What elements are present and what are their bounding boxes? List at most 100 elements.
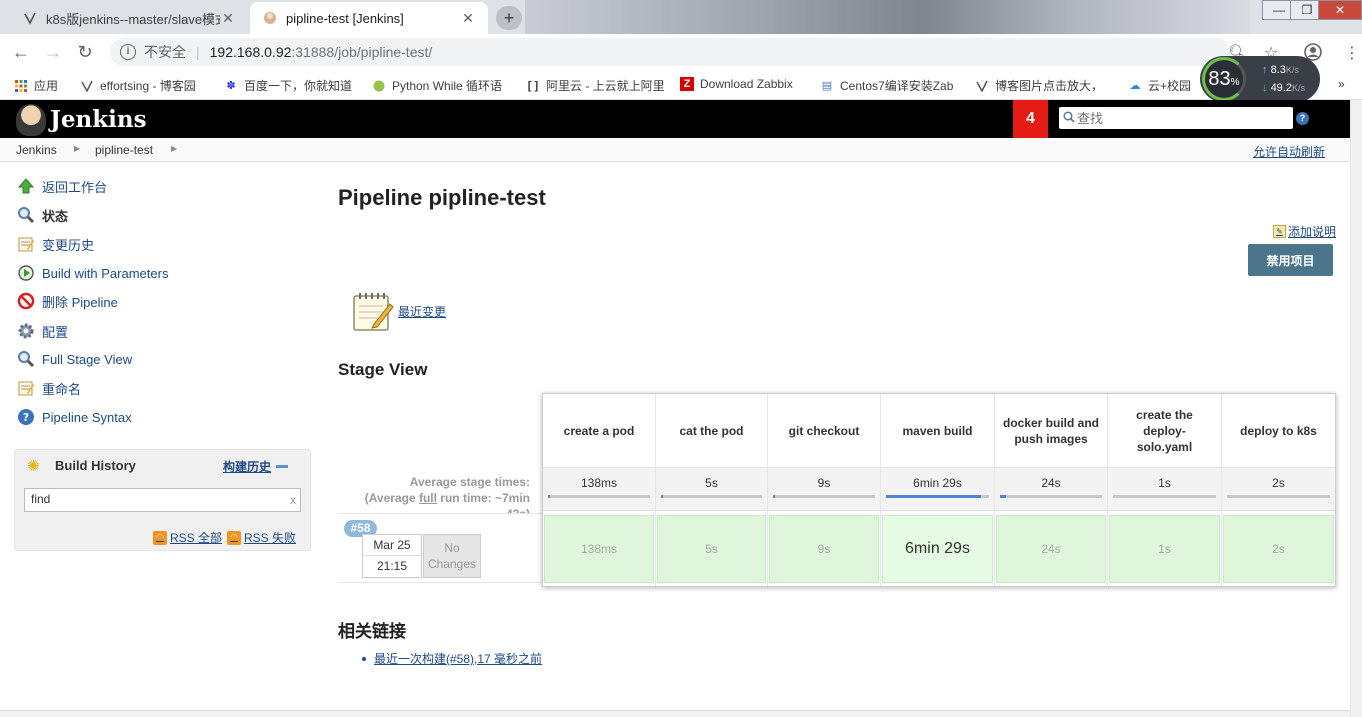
browser-toolbar: ← → ↻ i 不安全 | 192.168.0.92:31888/job/pip… [0, 34, 1362, 70]
search-input[interactable] [1077, 110, 1277, 126]
stage-progress-bar [1000, 495, 1102, 498]
info-icon[interactable]: i [120, 44, 136, 60]
build-filter-input[interactable]: find x [24, 488, 301, 512]
close-icon[interactable]: ✕ [220, 10, 236, 27]
bookmarks-bar: 应用 effortsing - 博客园 ✽ 百度一下，你就知道 Python Wh… [0, 70, 1362, 100]
new-tab-button[interactable]: + [496, 6, 522, 30]
stage-progress-bar [1227, 495, 1330, 498]
download-unit: K/s [1291, 83, 1305, 93]
build-date-box: Mar 25 21:15 [362, 534, 422, 578]
browser-tab-active[interactable]: pipline-test [Jenkins] ✕ [250, 2, 488, 34]
rss-all-link[interactable]: ◠ RSS 全部 [153, 529, 222, 546]
bookmark-apps[interactable]: 应用 [14, 77, 58, 94]
stage-result-cell[interactable]: 1s [1109, 515, 1220, 583]
task-status[interactable]: 状态 [16, 204, 68, 226]
stage-result-cell[interactable]: 24s [996, 515, 1106, 583]
page-scrollbar[interactable] [1350, 100, 1362, 717]
task-build-with-parameters[interactable]: Build with Parameters [16, 262, 168, 284]
notepad-icon[interactable] [352, 290, 394, 332]
bookmark-label: Python While 循环语 [392, 79, 503, 93]
close-icon[interactable]: ✕ [460, 10, 476, 27]
back-arrow-icon[interactable]: ← [10, 41, 32, 63]
stage-name: deploy to k8s [1240, 423, 1317, 438]
clear-filter-icon[interactable]: x [290, 493, 296, 507]
recent-changes-link[interactable]: 最近变更 [398, 303, 446, 320]
add-description-label: 添加说明 [1288, 225, 1337, 239]
task-label: Full Stage View [42, 351, 133, 367]
stage-result-cell[interactable]: 138ms [544, 515, 654, 583]
menu-dots-icon[interactable]: ⋮ [1344, 43, 1360, 63]
bookmark-label: Download Zabbix [700, 77, 793, 91]
task-changes[interactable]: 变更历史 [16, 233, 94, 255]
cpu-percent: 83 [1208, 68, 1231, 90]
upload-unit: K/s [1285, 65, 1299, 75]
window-close-button[interactable]: ✕ [1318, 0, 1362, 20]
forward-arrow-icon[interactable]: → [42, 41, 64, 63]
notification-badge[interactable]: 4 [1013, 100, 1048, 138]
address-bar[interactable]: i 不安全 | 192.168.0.92:31888/job/pipline-t… [110, 38, 1230, 66]
upload-arrow-icon: ↑ [1262, 64, 1268, 76]
rss-failed-link[interactable]: ◠ RSS 失败 [227, 529, 296, 546]
stage-result-cell[interactable]: 5s [657, 515, 766, 583]
stage-average-time: 1s [1158, 476, 1171, 490]
bookmark-aliyun[interactable]: [ ] 阿里云 - 上云就上阿里 [526, 77, 665, 94]
magnifier-icon [16, 349, 36, 369]
upload-value: 8.3 [1270, 64, 1286, 76]
build-time: 21:15 [376, 559, 408, 573]
stage-view-table: create a pod 138ms 138ms cat the pod 5s 5s git… [542, 393, 1336, 587]
stage-average: 2s [1222, 467, 1335, 511]
stage-progress-bar [548, 495, 650, 498]
jenkins-brand[interactable]: Jenkins [50, 106, 147, 133]
gear-icon [16, 321, 36, 341]
task-rename[interactable]: 重命名 [16, 377, 81, 399]
search-box[interactable] [1059, 107, 1293, 129]
auto-refresh-link[interactable]: 允许自动刷新 [1253, 143, 1325, 160]
jenkins-butler-icon[interactable] [16, 104, 46, 136]
add-description-link[interactable]: ✎ 添加说明 [1273, 223, 1336, 240]
breadcrumb: Jenkins ▶ pipline-test ▶ 允许自动刷新 [0, 138, 1350, 162]
bookmark-baidu[interactable]: ✽ 百度一下，你就知道 [224, 77, 352, 94]
more-bookmarks-button[interactable]: » [1338, 77, 1345, 91]
breadcrumb-jenkins[interactable]: Jenkins [16, 143, 57, 157]
browser-tabstrip: k8s版jenkins--master/slave模式 ✕ pipline-te… [0, 0, 1362, 34]
bookmark-label: 百度一下，你就知道 [244, 79, 353, 93]
task-configure[interactable]: 配置 [16, 320, 68, 342]
bookmark-zabbix[interactable]: Z Download Zabbix [680, 77, 793, 91]
runoob-icon [372, 79, 386, 93]
stage-progress-bar [661, 495, 762, 498]
bookmark-python-while[interactable]: Python While 循环语 [372, 77, 502, 94]
build-trend-link[interactable]: 构建历史 [223, 458, 271, 475]
task-full-stage-view[interactable]: Full Stage View [16, 348, 132, 370]
task-delete-pipeline[interactable]: 删除 Pipeline [16, 290, 118, 312]
bookmark-blog-image[interactable]: 博客图片点击放大， [975, 77, 1103, 94]
security-label: 不安全 [144, 44, 186, 60]
bookmark-effortsing[interactable]: effortsing - 博客园 [80, 77, 196, 94]
address-separator: | [196, 44, 200, 60]
build-changes-box[interactable]: No Changes [423, 534, 481, 578]
help-circle-icon: ? [16, 407, 36, 427]
network-monitor-widget[interactable]: 83% ↑ 8.3K/s ↓ 49.2K/s [1200, 56, 1320, 102]
task-label: 返回工作台 [42, 179, 108, 195]
zabbix-icon: Z [680, 77, 694, 91]
task-pipeline-syntax[interactable]: ? Pipeline Syntax [16, 406, 132, 428]
average-full-link[interactable]: full [419, 491, 437, 505]
breadcrumb-job[interactable]: pipline-test [95, 143, 153, 157]
task-back-to-dashboard[interactable]: 返回工作台 [16, 175, 107, 197]
stage-result-cell[interactable]: 6min 29s [882, 515, 993, 583]
chevron-right-icon[interactable]: ▶ [171, 144, 177, 153]
stage-progress-fill [1000, 495, 1007, 498]
reload-icon[interactable]: ↻ [74, 41, 96, 63]
disable-project-button[interactable]: 禁用项目 [1248, 244, 1333, 276]
help-icon[interactable]: ? [1296, 112, 1309, 125]
bookmark-centos7[interactable]: ▤ Centos7编译安装Zab [820, 77, 954, 94]
last-build-link[interactable]: 最近一次构建(#58),17 毫秒之前 [374, 650, 542, 667]
collapse-icon[interactable] [276, 465, 288, 468]
browser-tab-inactive[interactable]: k8s版jenkins--master/slave模式 ✕ [10, 2, 248, 34]
task-label: Pipeline Syntax [42, 409, 132, 425]
clock-play-icon [16, 263, 36, 283]
stage-result-cell[interactable]: 9s [769, 515, 879, 583]
chevron-right-icon[interactable]: ▶ [74, 144, 80, 153]
baidu-paw-icon: ✽ [226, 80, 236, 92]
bookmark-cloud-campus[interactable]: ☁ 云+校园 [1128, 77, 1192, 94]
stage-result-cell[interactable]: 2s [1223, 515, 1334, 583]
